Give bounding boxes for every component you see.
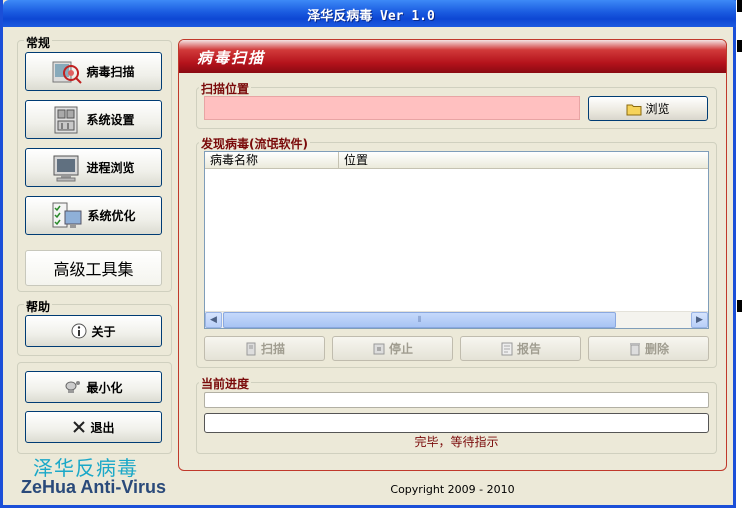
help-group: 帮助 关于 — [17, 298, 172, 356]
exit-button[interactable]: 退出 — [25, 411, 162, 443]
file-progress-bar — [204, 392, 709, 408]
virus-scan-label: 病毒扫描 — [86, 65, 135, 79]
system-settings-button[interactable]: 系统设置 — [25, 100, 162, 139]
browse-button[interactable]: 浏览 — [588, 96, 708, 121]
panel-title: 病毒扫描 — [179, 40, 726, 73]
exit-label: 退出 — [90, 420, 115, 435]
virus-scan-icon — [52, 59, 83, 85]
background-strip — [736, 0, 742, 508]
report-button[interactable]: 报告 — [460, 336, 581, 361]
scan-location-title: 扫描位置 — [199, 80, 252, 97]
advanced-tools-button[interactable]: 高级工具集 — [25, 250, 162, 286]
scroll-thumb[interactable]: ⦀ — [223, 312, 616, 328]
system-optimize-icon — [51, 201, 83, 231]
minimize-button[interactable]: 最小化 — [25, 371, 162, 403]
scan-label: 扫描 — [260, 342, 285, 356]
system-optimize-label: 系统优化 — [87, 209, 136, 223]
total-progress-bar — [204, 413, 709, 433]
browse-label: 浏览 — [645, 102, 670, 116]
report-label: 报告 — [516, 342, 541, 356]
minimize-icon — [64, 378, 82, 396]
column-location[interactable]: 位置 — [339, 152, 708, 168]
system-optimize-button[interactable]: 系统优化 — [25, 196, 162, 235]
column-virus-name[interactable]: 病毒名称 — [205, 152, 339, 168]
virus-list[interactable]: 病毒名称 位置 ◀ ⦀ ▶ — [204, 151, 709, 329]
copyright-text: Copyright 2009 - 2010 — [390, 483, 515, 496]
brand-english: ZeHua Anti-Virus — [21, 477, 167, 497]
general-group: 常规 病毒扫描 系统设置 进程浏览 系统优化 高级工具集 — [17, 34, 172, 292]
folder-icon — [626, 102, 642, 116]
delete-button[interactable]: 删除 — [588, 336, 709, 361]
window-control-group: 最小化 退出 — [17, 362, 172, 454]
horizontal-scrollbar[interactable]: ◀ ⦀ ▶ — [205, 311, 708, 328]
about-button[interactable]: 关于 — [25, 315, 162, 347]
scroll-right-arrow[interactable]: ▶ — [691, 312, 708, 328]
scan-path-input[interactable] — [204, 96, 580, 120]
trash-icon — [628, 342, 642, 356]
app-window: 泽华反病毒 Ver 1.0 常规 病毒扫描 系统设置 进程浏览 系统优化 高级工… — [0, 0, 739, 508]
virus-scan-button[interactable]: 病毒扫描 — [25, 52, 162, 91]
close-icon — [72, 420, 86, 434]
scan-icon — [244, 342, 258, 356]
window-title: 泽华反病毒 Ver 1.0 — [307, 9, 435, 24]
stop-icon — [372, 342, 386, 356]
found-viruses-title: 发现病毒(流氓软件) — [199, 135, 310, 152]
about-label: 关于 — [91, 324, 116, 339]
scroll-left-arrow[interactable]: ◀ — [205, 312, 222, 328]
stop-label: 停止 — [388, 342, 413, 356]
delete-label: 删除 — [644, 342, 669, 356]
report-icon — [500, 342, 514, 356]
general-group-title: 常规 — [24, 34, 53, 51]
virus-list-header: 病毒名称 位置 — [205, 152, 708, 169]
help-group-title: 帮助 — [24, 298, 53, 315]
system-settings-icon — [52, 105, 82, 135]
system-settings-label: 系统设置 — [86, 113, 135, 127]
process-monitor-icon — [52, 153, 82, 183]
process-monitor-button[interactable]: 进程浏览 — [25, 148, 162, 187]
scan-button[interactable]: 扫描 — [204, 336, 325, 361]
info-icon — [71, 323, 87, 339]
progress-title: 当前进度 — [199, 375, 252, 392]
process-monitor-label: 进程浏览 — [86, 161, 135, 175]
minimize-label: 最小化 — [86, 380, 123, 395]
title-bar[interactable]: 泽华反病毒 Ver 1.0 — [3, 0, 739, 27]
stop-button[interactable]: 停止 — [332, 336, 453, 361]
advanced-tools-label: 高级工具集 — [53, 260, 134, 279]
status-text: 完毕，等待指示 — [414, 435, 499, 449]
